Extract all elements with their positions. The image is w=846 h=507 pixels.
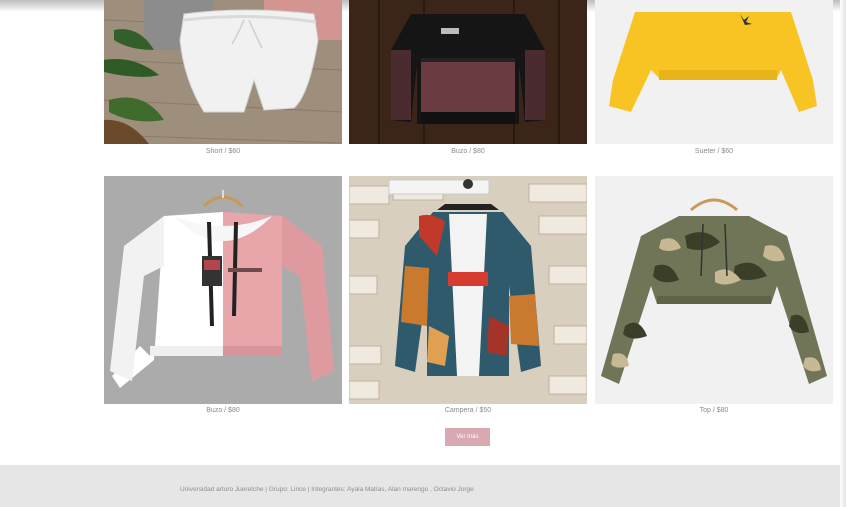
product-caption: Short / $60 [205,148,241,155]
product-image-sweater-yellow[interactable] [595,0,833,144]
see-more-button[interactable]: Ver más [445,428,490,446]
product-caption: Buzo / $80 [206,407,240,414]
product-image-hoodie-black[interactable] [349,0,587,144]
product-image-hoodie-white-pink[interactable] [104,176,342,404]
product-image-top-camo[interactable] [595,176,833,404]
window-edge [840,0,846,507]
product-caption: Campera / $50 [444,407,492,414]
product-caption: Sueter / $60 [694,148,734,155]
footer-text: Universidad arturo Jueretche | Grupo: Li… [180,486,474,493]
product-page: Short / $60 Buzo / $80 Sueter / $60 Buzo… [0,0,846,507]
product-caption: Buzo / $80 [451,148,485,155]
product-caption: Top / $80 [699,407,729,414]
product-image-jacket[interactable] [349,176,587,404]
product-image-shorts[interactable] [104,0,342,144]
footer: Universidad arturo Jueretche | Grupo: Li… [0,465,846,507]
